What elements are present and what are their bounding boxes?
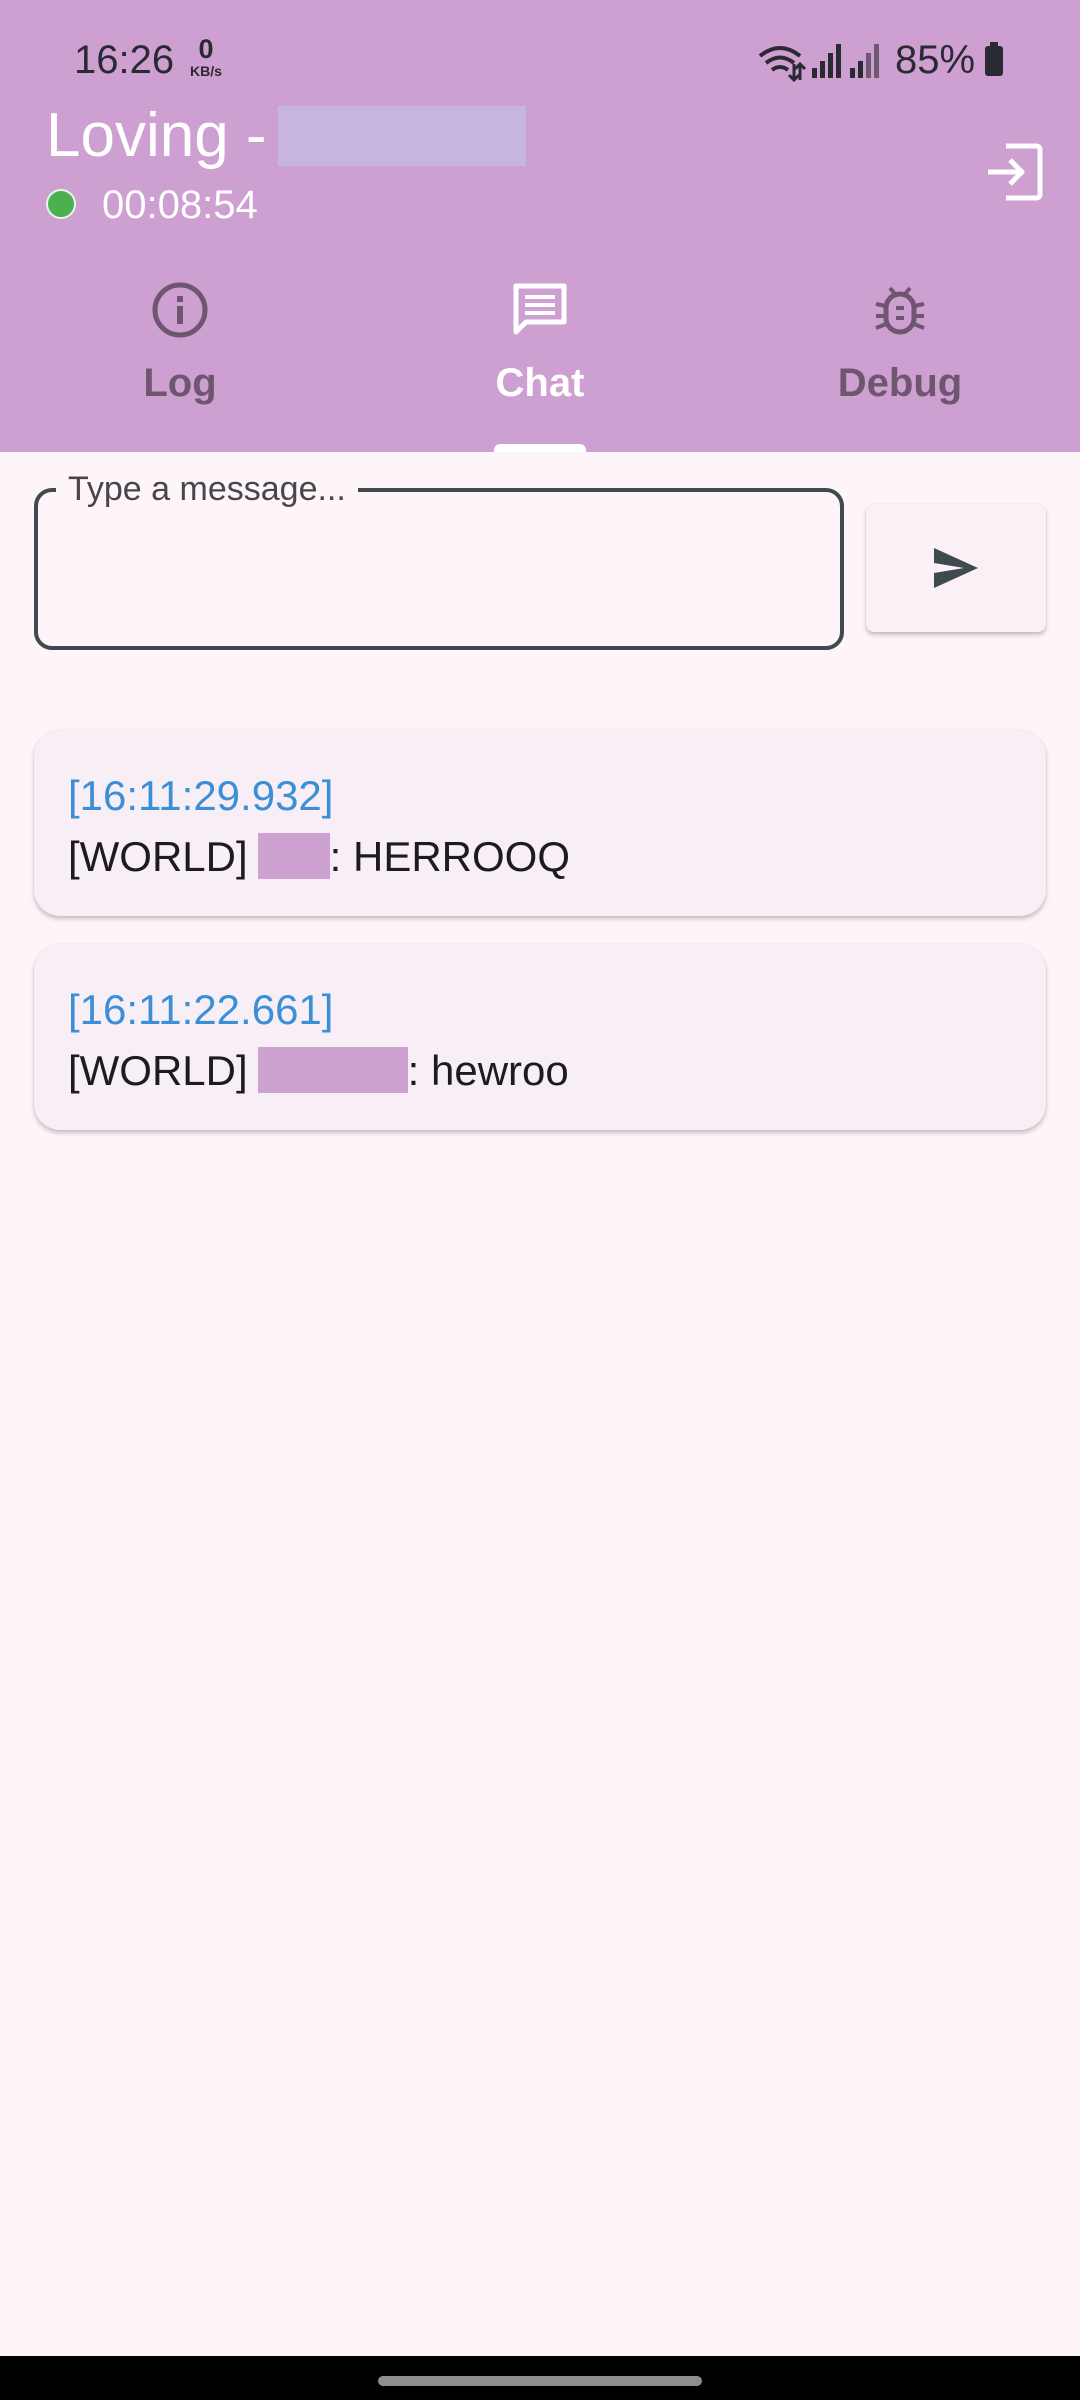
message-timestamp: [16:11:22.661] — [68, 986, 334, 1033]
tab-indicator — [494, 444, 586, 452]
tab-log-label: Log — [143, 361, 217, 405]
message-field[interactable] — [34, 488, 844, 650]
app-title: Loving - — [46, 101, 267, 170]
wifi-icon — [756, 40, 807, 83]
sender-redaction — [257, 833, 330, 879]
gesture-handle[interactable] — [378, 2376, 702, 2386]
message-input-label: Type a message... — [56, 469, 358, 509]
send-button[interactable] — [866, 504, 1046, 632]
message-line: [WORLD] : HERROOQ — [68, 830, 570, 884]
tab-chat-label: Chat — [495, 361, 585, 405]
message-input[interactable] — [68, 528, 812, 610]
logout-icon — [988, 143, 1043, 201]
network-speed-unit: KB/s — [190, 63, 222, 79]
session-timer: 00:08:54 — [102, 183, 258, 227]
status-time: 16:26 — [74, 38, 175, 82]
logout-button[interactable] — [974, 132, 1054, 212]
system-navigation-bar — [0, 2356, 1080, 2400]
message-line: [WORLD] : hewroo — [68, 1044, 569, 1098]
message-text: : hewroo — [407, 1047, 569, 1094]
info-icon — [150, 280, 210, 340]
signal-secondary-icon — [850, 44, 880, 78]
tab-chat[interactable]: Chat — [360, 270, 720, 452]
bug-icon — [870, 280, 930, 340]
send-icon — [934, 548, 978, 588]
battery-icon — [984, 42, 1004, 76]
message-channel: [WORLD] — [68, 833, 248, 880]
title-redaction — [278, 106, 526, 166]
message-card: [16:11:29.932] [WORLD] : HERROOQ — [34, 730, 1046, 916]
chat-icon — [510, 280, 570, 340]
message-channel: [WORLD] — [68, 1047, 248, 1094]
battery-percent: 85% — [895, 38, 976, 82]
message-text: : HERROOQ — [329, 833, 571, 880]
tab-log[interactable]: Log — [0, 270, 360, 452]
sender-redaction — [257, 1047, 408, 1093]
network-speed-value: 0 — [198, 34, 214, 64]
tab-debug-label: Debug — [837, 361, 963, 405]
tab-debug[interactable]: Debug — [720, 270, 1080, 452]
message-card: [16:11:22.661] [WORLD] : hewroo — [34, 944, 1046, 1130]
connection-status-dot — [46, 189, 76, 219]
signal-icon — [812, 44, 842, 78]
message-timestamp: [16:11:29.932] — [68, 772, 334, 819]
network-speed: 0 KB/s — [184, 34, 228, 80]
